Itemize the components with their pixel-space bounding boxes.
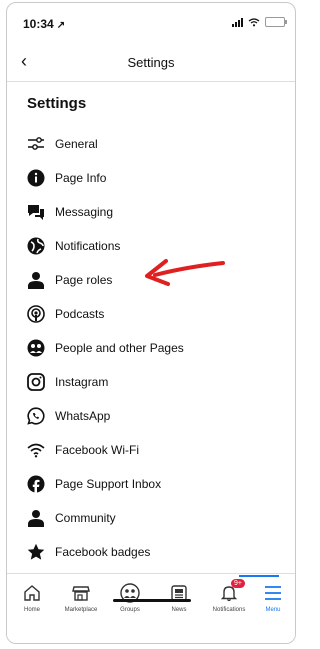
nav-divider [7,81,295,82]
time-text: 10:34 [23,17,54,31]
wifi-icon [25,439,47,461]
notification-badge: 9+ [231,579,245,588]
nav-bar: ‹ Settings [7,47,295,77]
status-time: 10:34 ↗ [23,17,65,31]
settings-item-label: Community [55,511,116,525]
bell-icon: 9+ [203,579,255,604]
settings-item-label: Notifications [55,239,121,253]
active-tab-indicator [239,575,279,577]
settings-item-people-and-other-pages[interactable]: People and other Pages [7,331,295,365]
signal-icon [232,17,243,27]
person-icon [25,507,47,529]
wifi-status-icon [248,17,260,26]
status-bar: 10:34 ↗ [7,3,295,43]
annotation-arrow [145,259,225,286]
person-icon [25,269,47,291]
status-icons [232,17,287,27]
facebook-icon [25,473,47,495]
settings-item-whatsapp[interactable]: WhatsApp [7,399,295,433]
settings-item-label: Facebook badges [55,545,151,559]
settings-item-messaging[interactable]: Messaging [7,195,295,229]
settings-item-label: People and other Pages [55,341,184,355]
tab-marketplace[interactable]: Marketplace [56,582,106,613]
tab-label: Home [23,607,40,613]
tab-groups[interactable]: Groups [105,582,155,613]
chat-icon [25,201,47,223]
page-heading: Settings [27,95,87,112]
settings-item-label: Instagram [55,375,109,389]
tab-menu[interactable]: Menu [251,582,295,613]
phone-frame: 10:34 ↗ ‹ Settings Settings General Page… [6,2,296,644]
tab-news[interactable]: News [154,582,204,613]
nav-title: Settings [127,55,175,70]
settings-item-label: Facebook Wi-Fi [55,443,140,457]
settings-item-facebook-badges[interactable]: Facebook badges [7,535,295,569]
settings-item-label: General [55,137,98,151]
tab-label: Marketplace [64,607,98,613]
settings-item-label: Page roles [55,273,113,287]
tab-home[interactable]: Home [7,582,57,613]
star-icon [25,541,47,563]
marketplace-icon [56,582,106,604]
tab-label: Notifications [212,607,246,613]
menu-icon [251,582,295,604]
home-indicator [113,599,191,602]
settings-item-label: Messaging [55,205,114,219]
whatsapp-icon [25,405,47,427]
people-icon [25,337,47,359]
settings-item-podcasts[interactable]: Podcasts [7,297,295,331]
settings-item-page-info[interactable]: Page Info [7,161,295,195]
instagram-icon [25,371,47,393]
settings-item-facebook-wifi[interactable]: Facebook Wi-Fi [7,433,295,467]
tab-notifications[interactable]: 9+ Notifications [203,579,255,613]
tab-label: News [171,607,187,613]
settings-item-instagram[interactable]: Instagram [7,365,295,399]
tab-label: Menu [265,607,281,613]
settings-item-general[interactable]: General [7,127,295,161]
settings-item-label: Page Info [55,171,107,185]
settings-item-page-support-inbox[interactable]: Page Support Inbox [7,467,295,501]
sliders-icon [25,133,47,155]
settings-item-community[interactable]: Community [7,501,295,535]
tab-bar: Home Marketplace Groups News 9+ Notifica… [7,573,295,643]
settings-item-label: Podcasts [55,307,105,321]
podcast-icon [25,303,47,325]
location-icon: ↗ [56,20,66,31]
settings-item-label: Page Support Inbox [55,477,162,491]
tab-label: Groups [120,607,140,613]
battery-icon [265,17,287,27]
settings-item-label: WhatsApp [55,409,111,423]
globe-icon [25,235,47,257]
info-icon [25,167,47,189]
home-icon [7,582,57,604]
